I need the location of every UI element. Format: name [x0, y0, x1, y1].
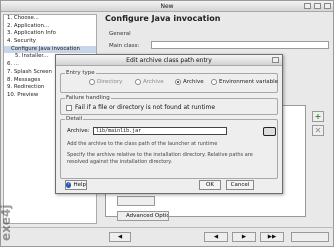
detail-group: Detail Archive: lib/mainlib.jar Add the … [60, 116, 278, 179]
step-item[interactable]: 4. Security [4, 38, 96, 46]
skip-button[interactable]: ▶▶ [260, 232, 284, 242]
main-class-label: Main class: [109, 43, 140, 49]
edit-entry-dialog: Edit archive class path entry Entry type… [55, 54, 283, 194]
cancel-button[interactable]: Cancel [226, 180, 254, 190]
group-title: Failure handling [65, 95, 111, 101]
dialog-title: Edit archive class path entry [126, 57, 212, 64]
radio-option-archive[interactable]: Archive [175, 79, 204, 85]
archive-hint: Add the archive to the class path of the… [67, 141, 218, 147]
radio-option-directory[interactable]: Directory [89, 79, 122, 85]
help-button[interactable]: ? Help [65, 180, 87, 190]
radio-option-env-variable[interactable]: Environment variable [211, 79, 278, 85]
footer-divider [1, 227, 334, 228]
failure-handling-group: Failure handling Fail if a file or direc… [60, 95, 278, 115]
maximize-button[interactable] [314, 3, 321, 9]
group-title: Detail [65, 116, 84, 122]
add-entry-button[interactable]: + [312, 111, 324, 122]
help-icon: ? [66, 182, 72, 188]
step-item-active[interactable]: Configure Java invocation [4, 45, 96, 54]
step-item[interactable]: 2. Application... [4, 23, 96, 31]
group-title: Entry type [65, 70, 96, 76]
fail-if-missing-option[interactable]: Fail if a file or directory is not found… [66, 104, 215, 111]
archive-path-input[interactable]: lib/mainlib.jar [93, 127, 227, 135]
advanced-options-button[interactable]: Advanced Options [117, 211, 169, 221]
radio-button[interactable] [211, 79, 217, 85]
radio-label: Directory [97, 79, 123, 85]
previous-button[interactable]: ◀ [204, 232, 228, 242]
dialog-titlebar: Edit archive class path entry [56, 55, 282, 66]
step-item[interactable]: 1. Choose... [4, 15, 96, 23]
remove-entry-button[interactable]: ✕ [312, 125, 324, 136]
next-button[interactable]: ▶ [232, 232, 256, 242]
fail-if-missing-checkbox[interactable] [66, 104, 72, 111]
general-section-label: General [109, 31, 131, 37]
footer-back-icon-button[interactable]: ◀ [109, 232, 131, 242]
radio-button[interactable] [135, 79, 141, 85]
archive-note: Specify the archive relative to the inst… [67, 152, 253, 165]
wizard-titlebar: New [1, 1, 333, 12]
finish-button[interactable] [291, 232, 329, 242]
entry-type-group: Entry type Directory Archive Archive Env… [60, 70, 278, 93]
archive-label: Archive: [67, 128, 90, 134]
secondary-button[interactable] [117, 196, 155, 206]
radio-label: Environment variable [219, 79, 279, 85]
main-class-field[interactable] [151, 41, 329, 49]
dialog-close-icon[interactable] [272, 57, 279, 63]
radio-option-archive-disabled[interactable]: Archive [135, 79, 164, 85]
wizard-title: New [160, 3, 174, 10]
close-window-button[interactable] [324, 3, 331, 9]
watermark-text: exe4j [0, 204, 13, 241]
step-item[interactable]: 3. Application Info [4, 30, 96, 38]
browse-button[interactable] [263, 127, 276, 136]
checkbox-label: Fail if a file or directory is not found… [75, 104, 216, 111]
help-label: Help [73, 182, 86, 188]
ok-button[interactable]: OK [199, 180, 221, 190]
radio-label: Archive [183, 79, 204, 85]
radio-button[interactable] [89, 79, 95, 85]
radio-button-checked[interactable] [175, 79, 181, 85]
page-title: Configure Java invocation [105, 14, 221, 23]
radio-label: Archive [143, 79, 164, 85]
minimize-button[interactable] [304, 3, 311, 9]
